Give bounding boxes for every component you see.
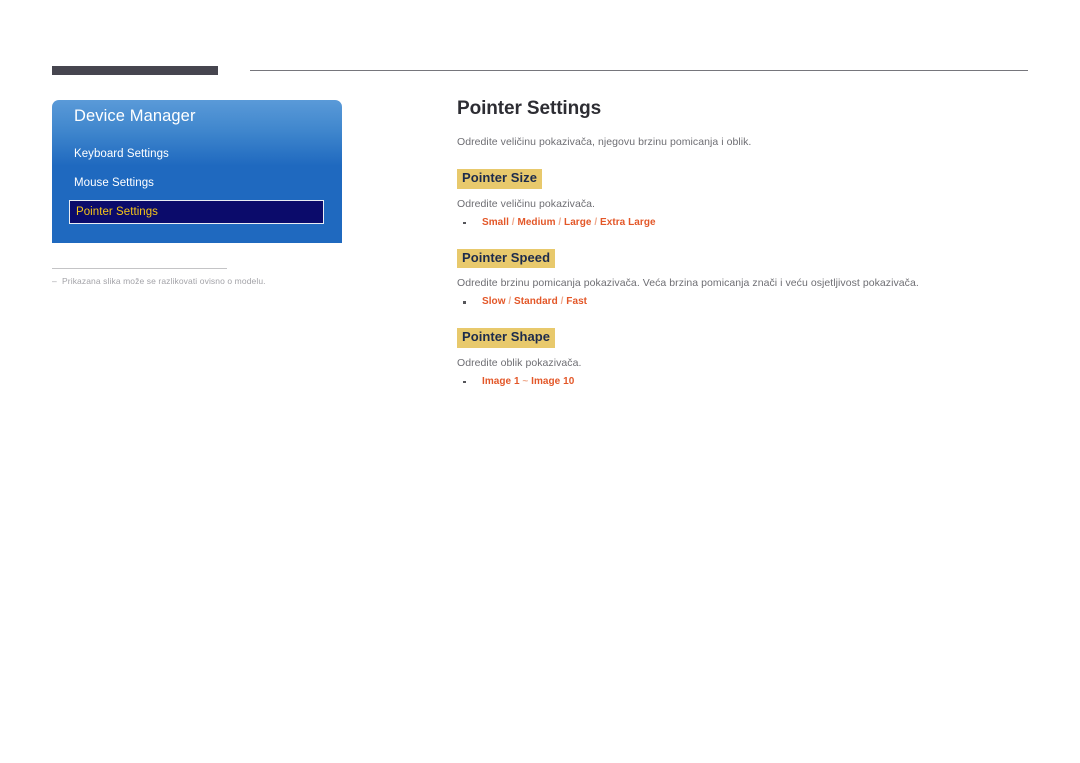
option-separator: /: [555, 216, 565, 228]
footnote-dash: –: [52, 276, 57, 286]
bullet-icon: [463, 221, 466, 225]
header-rule: [52, 64, 1028, 76]
option-value: Standard: [514, 296, 558, 308]
option-separator: ~: [519, 375, 532, 387]
footnote: – Prikazana slika može se razlikovati ovi…: [52, 276, 382, 286]
option-value: Image 10: [531, 375, 575, 387]
section-heading: Pointer Shape: [457, 328, 556, 348]
section-options: Slow / Standard / Fast: [457, 296, 1032, 307]
content-column: Pointer Settings Odredite veličinu pokaz…: [457, 98, 1032, 387]
section-options: Small / Medium / Large / Extra Large: [457, 217, 1032, 228]
osd-menu-item-label: Pointer Settings: [76, 206, 158, 218]
bullet-icon: [463, 301, 466, 304]
option-text: Image 1 ~ Image 10: [482, 376, 574, 387]
osd-menu-item-mouse-settings[interactable]: Mouse Settings: [74, 177, 154, 189]
section-heading: Pointer Size: [457, 169, 543, 189]
option-value: Image 1: [482, 375, 520, 387]
page-title: Pointer Settings: [457, 98, 602, 119]
section-description: Odredite veličinu pokazivača.: [457, 197, 596, 210]
osd-menu-item-pointer-settings-selected[interactable]: Pointer Settings: [69, 200, 324, 224]
bullet-icon: [463, 380, 466, 384]
section-description: Odredite oblik pokazivača.: [457, 356, 582, 369]
footnote-text: Prikazana slika može se razlikovati ovis…: [62, 276, 266, 286]
section-description: Odredite brzinu pomicanja pokazivača. Ve…: [457, 277, 919, 290]
osd-menu-item-label: Mouse Settings: [74, 177, 154, 189]
footnote-divider: [52, 268, 227, 269]
option-text: Small / Medium / Large / Extra Large: [482, 217, 656, 228]
section-heading: Pointer Speed: [457, 248, 556, 269]
osd-menu-title: Device Manager: [74, 107, 196, 125]
section-pointer-speed: Pointer Speed Odredite brzinu pomicanja …: [457, 248, 1032, 307]
option-value: Extra Large: [600, 216, 656, 228]
option-value: Small: [482, 216, 509, 228]
option-value: Slow: [482, 296, 506, 308]
option-text: Slow / Standard / Fast: [482, 296, 587, 307]
osd-menu-item-label: Keyboard Settings: [74, 148, 169, 160]
header-thick-bar: [52, 66, 218, 75]
header-thin-line: [250, 70, 1028, 71]
option-separator: /: [591, 216, 601, 228]
intro-paragraph: Odredite veličinu pokazivača, njegovu br…: [457, 136, 752, 148]
osd-menu-item-keyboard-settings[interactable]: Keyboard Settings: [74, 148, 169, 160]
section-pointer-shape: Pointer Shape Odredite oblik pokazivača.…: [457, 328, 1032, 387]
option-value: Medium: [517, 216, 556, 228]
section-pointer-size: Pointer Size Odredite veličinu pokazivač…: [457, 169, 1032, 228]
page-root: Device Manager Keyboard Settings Mouse S…: [0, 0, 1080, 763]
section-options: Image 1 ~ Image 10: [457, 376, 1032, 387]
option-value: Fast: [566, 296, 588, 308]
option-value: Large: [564, 216, 592, 228]
option-separator: /: [505, 296, 515, 308]
osd-menu-panel: Device Manager Keyboard Settings Mouse S…: [52, 100, 342, 243]
